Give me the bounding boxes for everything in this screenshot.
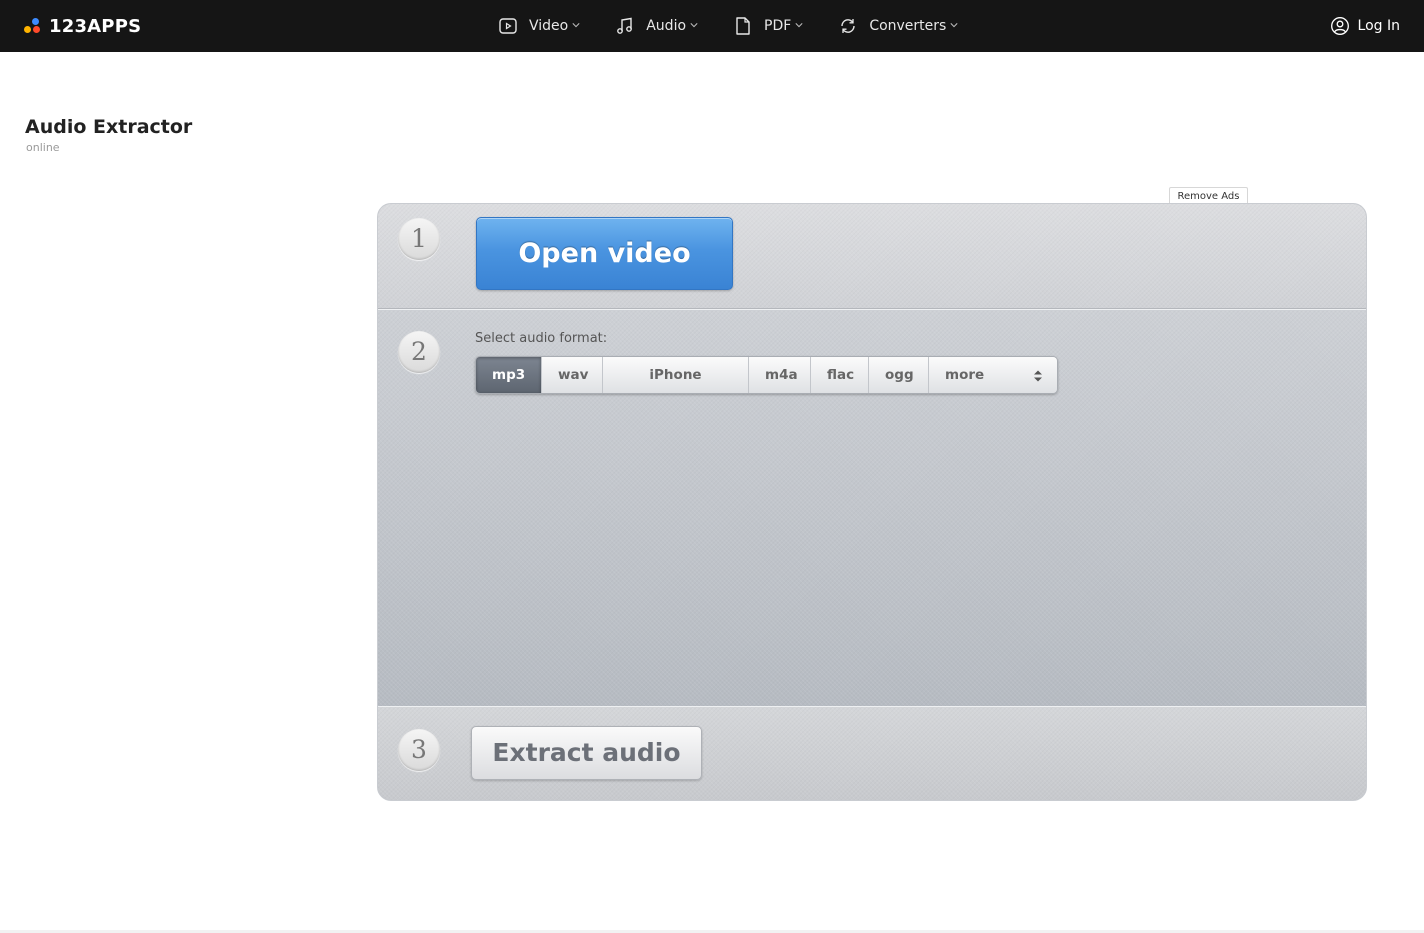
format-label: Select audio format: xyxy=(475,331,608,346)
chevron-down-icon xyxy=(690,23,698,28)
top-navigation-bar: 123APPS Video Audio PDF Converters Log I… xyxy=(0,0,1424,52)
step-number-1: 1 xyxy=(398,218,440,260)
format-option-ogg[interactable]: ogg xyxy=(869,357,929,393)
extract-audio-button[interactable]: Extract audio xyxy=(471,726,702,780)
login-button[interactable]: Log In xyxy=(1330,0,1400,52)
format-option-wav[interactable]: wav xyxy=(542,357,603,393)
remove-ads-link[interactable]: Remove Ads xyxy=(1169,187,1248,204)
format-option-flac[interactable]: flac xyxy=(811,357,869,393)
login-label: Log In xyxy=(1357,18,1400,34)
page-subtitle: online xyxy=(26,141,60,154)
step-format-section: 2 Select audio format: mp3 wav iPhone ri… xyxy=(378,309,1366,706)
nav-video[interactable]: Video xyxy=(497,15,580,37)
page-title: Audio Extractor xyxy=(25,116,193,138)
video-play-icon xyxy=(497,15,519,37)
format-option-iphone-ringtone[interactable]: iPhone ringtone xyxy=(603,357,749,393)
chevron-down-icon xyxy=(950,23,958,28)
nav-audio-label: Audio xyxy=(646,18,687,34)
nav-video-label: Video xyxy=(529,18,569,34)
chevron-down-icon xyxy=(572,23,580,28)
format-more-label: more xyxy=(945,367,985,383)
step-number-2: 2 xyxy=(398,331,440,373)
music-note-icon xyxy=(614,15,636,37)
refresh-icon xyxy=(837,15,859,37)
user-circle-icon xyxy=(1330,17,1349,35)
step-extract-section: 3 Extract audio xyxy=(378,706,1366,800)
nav-audio[interactable]: Audio xyxy=(614,15,698,37)
logo-text: 123APPS xyxy=(49,15,142,37)
chevron-down-icon xyxy=(795,23,803,28)
format-option-mp3[interactable]: mp3 xyxy=(476,357,542,393)
logo[interactable]: 123APPS xyxy=(24,14,141,38)
nav-pdf-label: PDF xyxy=(764,18,792,34)
nav-converters-label: Converters xyxy=(869,18,947,34)
nav-converters[interactable]: Converters xyxy=(837,15,958,37)
logo-dots-icon xyxy=(24,16,44,36)
sort-arrows-icon xyxy=(1034,370,1042,382)
document-icon xyxy=(732,15,754,37)
format-option-m4a[interactable]: m4a xyxy=(749,357,811,393)
main-nav: Video Audio PDF Converters xyxy=(497,0,992,52)
format-selector: mp3 wav iPhone ringtone m4a flac ogg mor… xyxy=(475,356,1058,394)
step-open-section: 1 Open video xyxy=(378,204,1366,309)
step-number-3: 3 xyxy=(398,729,440,771)
open-video-button[interactable]: Open video xyxy=(476,217,733,290)
tool-panel: 1 Open video 2 Select audio format: mp3 … xyxy=(377,203,1367,801)
format-more-select[interactable]: more xyxy=(929,357,1057,393)
nav-pdf[interactable]: PDF xyxy=(732,15,803,37)
